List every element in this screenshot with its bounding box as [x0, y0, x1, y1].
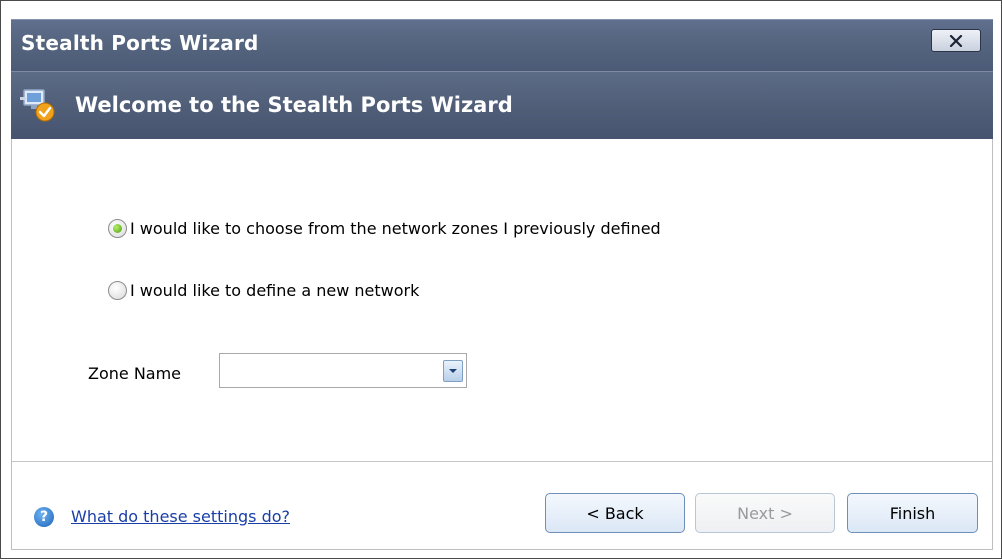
- footer-bar: ? What do these settings do? < Back Next…: [11, 462, 993, 550]
- next-button[interactable]: Next >: [695, 493, 835, 533]
- option-label: I would like to define a new network: [130, 281, 420, 300]
- zone-name-combobox[interactable]: [219, 353, 467, 388]
- title-bar: Stealth Ports Wizard: [11, 19, 993, 71]
- chevron-down-icon: [449, 369, 457, 373]
- option-choose-existing-zone[interactable]: I would like to choose from the network …: [108, 219, 661, 238]
- zone-name-dropdown-button[interactable]: [443, 360, 463, 382]
- wizard-window: Stealth Ports Wizard Welcome to the Stea…: [0, 0, 1002, 559]
- option-label: I would like to choose from the network …: [130, 219, 661, 238]
- header-banner: Welcome to the Stealth Ports Wizard: [11, 71, 993, 139]
- finish-button[interactable]: Finish: [847, 493, 978, 533]
- window-title: Stealth Ports Wizard: [21, 31, 259, 55]
- close-button[interactable]: [931, 29, 981, 52]
- back-button[interactable]: < Back: [545, 493, 685, 533]
- close-icon: [949, 34, 963, 47]
- help-icon[interactable]: ?: [34, 507, 54, 527]
- help-link[interactable]: What do these settings do?: [71, 507, 290, 526]
- radio-choose-existing-zone[interactable]: [108, 219, 127, 238]
- option-define-new-network[interactable]: I would like to define a new network: [108, 281, 419, 300]
- radio-define-new-network[interactable]: [108, 281, 127, 300]
- page-heading: Welcome to the Stealth Ports Wizard: [75, 93, 513, 117]
- wizard-network-icon: [20, 89, 55, 122]
- zone-name-label: Zone Name: [88, 364, 182, 383]
- content-panel: I would like to choose from the network …: [11, 139, 993, 461]
